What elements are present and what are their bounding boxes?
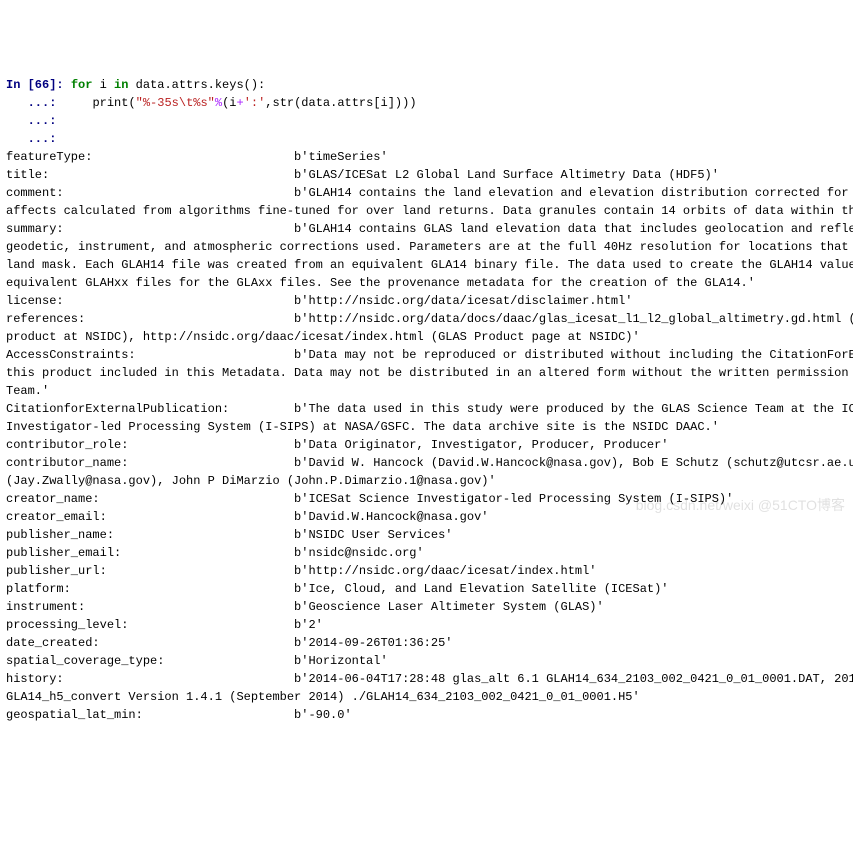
output-line: CitationforExternalPublication: b'The da… bbox=[6, 400, 847, 418]
output-line: summary: b'GLAH14 contains GLAS land ele… bbox=[6, 220, 847, 238]
format-string: "%-35s\t%s" bbox=[136, 96, 215, 110]
output-line: history: b'2014-06-04T17:28:48 glas_alt … bbox=[6, 670, 847, 688]
output-line: this product included in this Metadata. … bbox=[6, 364, 847, 382]
output-line: publisher_name: b'NSIDC User Services' bbox=[6, 526, 847, 544]
output-line: references: b'http://nsidc.org/data/docs… bbox=[6, 310, 847, 328]
output-line: publisher_url: b'http://nsidc.org/daac/i… bbox=[6, 562, 847, 580]
output-line: title: b'GLAS/ICESat L2 Global Land Surf… bbox=[6, 166, 847, 184]
cont-prompt-empty: ...: bbox=[6, 114, 56, 128]
output-line: geodetic, instrument, and atmospheric co… bbox=[6, 238, 847, 256]
output-line: Team.' bbox=[6, 382, 847, 400]
output-line: GLA14_h5_convert Version 1.4.1 (Septembe… bbox=[6, 688, 847, 706]
output-line: AccessConstraints: b'Data may not be rep… bbox=[6, 346, 847, 364]
cont-prompt: ...: bbox=[6, 96, 56, 110]
output-line: publisher_email: b'nsidc@nsidc.org' bbox=[6, 544, 847, 562]
output-line: creator_email: b'David.W.Hancock@nasa.go… bbox=[6, 508, 847, 526]
output-line: contributor_name: b'David W. Hancock (Da… bbox=[6, 454, 847, 472]
builtin-print: print bbox=[92, 96, 128, 110]
output-line: contributor_role: b'Data Originator, Inv… bbox=[6, 436, 847, 454]
output-line: affects calculated from algorithms fine-… bbox=[6, 202, 847, 220]
output-line: comment: b'GLAH14 contains the land elev… bbox=[6, 184, 847, 202]
output-line: equivalent GLAHxx files for the GLAxx fi… bbox=[6, 274, 847, 292]
keyword-in: in bbox=[114, 78, 128, 92]
output-line: instrument: b'Geoscience Laser Altimeter… bbox=[6, 598, 847, 616]
output-line: featureType: b'timeSeries' bbox=[6, 148, 847, 166]
output-line: (Jay.Zwally@nasa.gov), John P DiMarzio (… bbox=[6, 472, 847, 490]
output-line: geospatial_lat_min: b'-90.0' bbox=[6, 706, 847, 724]
keyword-for: for bbox=[71, 78, 93, 92]
output-line: creator_name: b'ICESat Science Investiga… bbox=[6, 490, 847, 508]
jupyter-input-cell: In [66]: for i in data.attrs.keys(): ...… bbox=[6, 76, 847, 148]
code-expr: data.attrs.keys(): bbox=[128, 78, 265, 92]
output-line: Investigator-led Processing System (I-SI… bbox=[6, 418, 847, 436]
output-line: land mask. Each GLAH14 file was created … bbox=[6, 256, 847, 274]
code-var: i bbox=[92, 78, 114, 92]
output-line: license: b'http://nsidc.org/data/icesat/… bbox=[6, 292, 847, 310]
output-line: date_created: b'2014-09-26T01:36:25' bbox=[6, 634, 847, 652]
output-line: platform: b'Ice, Cloud, and Land Elevati… bbox=[6, 580, 847, 598]
output-line: product at NSIDC), http://nsidc.org/daac… bbox=[6, 328, 847, 346]
output-line: processing_level: b'2' bbox=[6, 616, 847, 634]
cont-prompt-empty: ...: bbox=[6, 132, 56, 146]
output-line: spatial_coverage_type: b'Horizontal' bbox=[6, 652, 847, 670]
cell-output: featureType: b'timeSeries'title: b'GLAS/… bbox=[6, 148, 847, 724]
input-prompt: In [66]: bbox=[6, 78, 64, 92]
